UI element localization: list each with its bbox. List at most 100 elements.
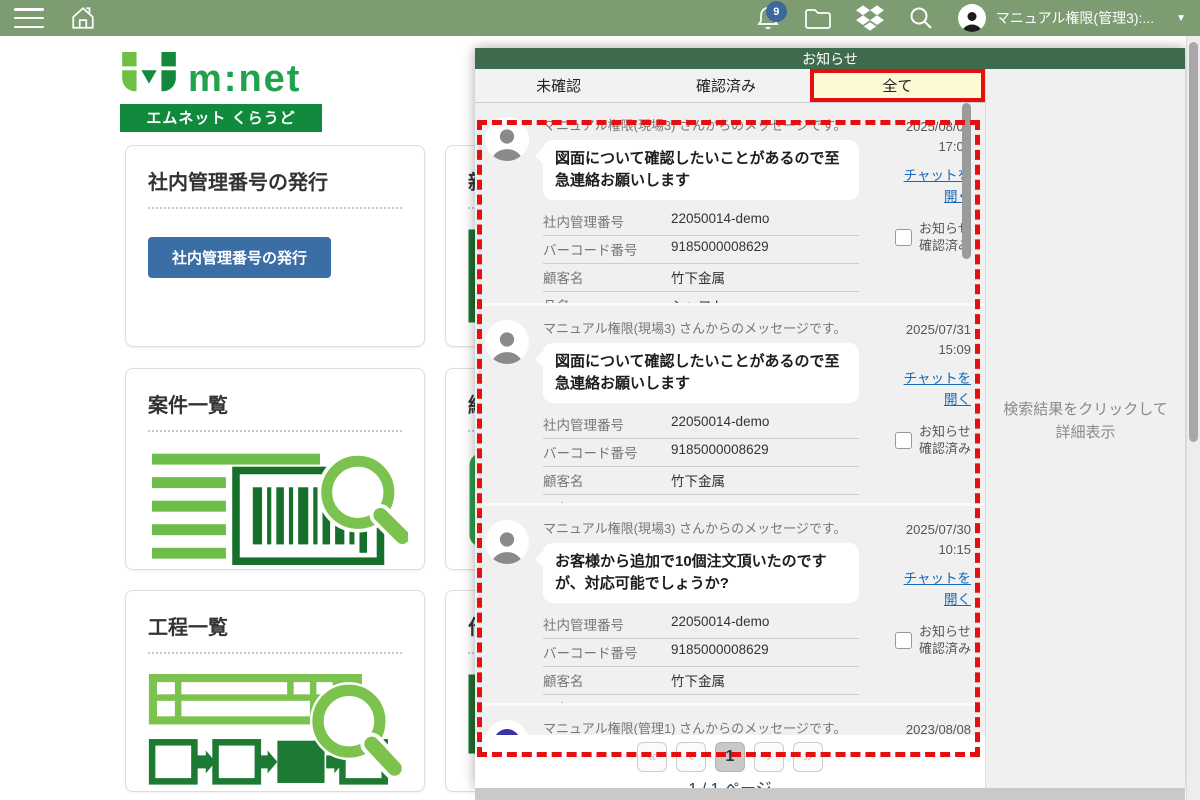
detail-value: シャフト: [671, 295, 725, 304]
detail-label: バーコード番号: [543, 642, 671, 662]
detail-row: 顧客名竹下金属: [543, 467, 859, 495]
detail-value: シャフト: [671, 498, 725, 504]
panel-bottom-strip: [475, 788, 1185, 800]
menu-icon[interactable]: [14, 8, 44, 28]
detail-label: 顧客名: [543, 470, 671, 490]
message-main: マニュアル権限(現場3) さんからのメッセージです。 図面について確認したいこと…: [543, 314, 859, 503]
window-scrollbar[interactable]: [1186, 36, 1200, 800]
sender-line: マニュアル権限(管理1) さんからのメッセージです。: [543, 718, 859, 735]
detail-value: 9185000008629: [671, 239, 769, 259]
notification-item[interactable]: マニュアル権限(現場3) さんからのメッセージです。 図面について確認したいこと…: [475, 303, 985, 503]
detail-row: バーコード番号9185000008629: [543, 236, 859, 264]
detail-row: バーコード番号9185000008629: [543, 639, 859, 667]
card-process-list[interactable]: 工程一覧: [125, 590, 425, 792]
home-icon[interactable]: [70, 5, 96, 31]
issue-control-number-button[interactable]: 社内管理番号の発行: [148, 237, 331, 278]
detail-hint-pane: 検索結果をクリックして 詳細表示: [985, 69, 1185, 788]
page-next-button[interactable]: ›: [754, 742, 784, 772]
user-avatar[interactable]: [958, 4, 986, 32]
process-flow-search-icon: [148, 674, 402, 800]
detail-value: 竹下金属: [671, 267, 725, 287]
message-date: 2023/08/08: [906, 720, 971, 735]
window-scrollbar-thumb[interactable]: [1189, 42, 1198, 442]
page-prev-button[interactable]: ‹: [676, 742, 706, 772]
notification-list: マニュアル権限(現場3) さんからのメッセージです。 図面について確認したいこと…: [475, 103, 985, 735]
tab-all[interactable]: 全て: [810, 69, 985, 102]
notification-item[interactable]: マニュアル権限(現場3) さんからのメッセージです。 図面について確認したいこと…: [475, 103, 985, 303]
list-scrollbar-thumb[interactable]: [962, 103, 971, 259]
divider: [148, 430, 402, 432]
checkbox-label: お知らせ確認済み: [919, 423, 971, 458]
open-chat-link[interactable]: チャットを開く: [893, 569, 971, 611]
logo-mark-icon: [120, 52, 178, 98]
search-icon[interactable]: [908, 5, 934, 31]
divider: [148, 652, 402, 654]
message-date: 2025/07/30: [906, 520, 971, 540]
message-meta: 2023/08/08: [867, 714, 971, 735]
page-number-button[interactable]: 1: [715, 742, 745, 772]
message-time: 10:15: [938, 540, 971, 560]
detail-value: シャフト: [671, 698, 725, 704]
notification-item[interactable]: マニュアル権限(現場3) さんからのメッセージです。 お客様から追加で10個注文…: [475, 503, 985, 703]
card-title: 案件一覧: [148, 389, 402, 418]
user-menu-caret-icon[interactable]: ▼: [1176, 13, 1186, 24]
dropbox-icon[interactable]: [856, 5, 884, 31]
barcode-search-icon: [148, 452, 402, 583]
brand-text: m:net: [188, 60, 301, 98]
detail-label: バーコード番号: [543, 239, 671, 259]
notice-confirmed-checkbox[interactable]: [895, 432, 912, 449]
message-meta: 2025/07/31 15:09 チャットを開く お知らせ確認済み: [867, 314, 971, 503]
checkbox-label: お知らせ確認済み: [919, 623, 971, 658]
open-chat-link[interactable]: チャットを開く: [893, 166, 971, 208]
sender-line: マニュアル権限(現場3) さんからのメッセージです。: [543, 518, 859, 537]
detail-label: 品名: [543, 698, 671, 704]
tab-unconfirmed[interactable]: 未確認: [475, 69, 642, 102]
detail-value: 9185000008629: [671, 642, 769, 662]
detail-label: 顧客名: [543, 267, 671, 287]
sender-avatar-icon: [485, 320, 529, 364]
detail-value: 22050014-demo: [671, 414, 769, 434]
message-main: マニュアル権限(現場3) さんからのメッセージです。 お客様から追加で10個注文…: [543, 514, 859, 703]
folder-icon[interactable]: [804, 6, 832, 30]
notification-tabs: 未確認 確認済み 全て: [475, 69, 985, 103]
open-chat-link[interactable]: チャットを開く: [893, 369, 971, 411]
panel-title: お知らせ: [475, 48, 1185, 69]
app-logo: m:net エムネット くらうど: [120, 52, 332, 132]
notice-confirmed-checkbox[interactable]: [895, 632, 912, 649]
hint-line: 検索結果をクリックして: [986, 399, 1185, 422]
detail-row: バーコード番号9185000008629: [543, 439, 859, 467]
card-project-list[interactable]: 案件一覧: [125, 368, 425, 570]
detail-row: 社内管理番号22050014-demo: [543, 411, 859, 439]
notice-confirmed-checkbox[interactable]: [895, 229, 912, 246]
card-title: 工程一覧: [148, 611, 402, 640]
detail-value: 竹下金属: [671, 470, 725, 490]
detail-row: 品名シャフト: [543, 292, 859, 304]
notifications-panel: お知らせ 未確認 確認済み 全て: [475, 48, 1185, 788]
detail-label: バーコード番号: [543, 442, 671, 462]
user-name-label[interactable]: マニュアル権限(管理3):...: [996, 8, 1154, 28]
pagination: « ‹ 1 › » 1 / 1 ページ: [475, 735, 985, 788]
message-meta: 2025/07/30 10:15 チャットを開く お知らせ確認済み: [867, 514, 971, 703]
sender-line: マニュアル権限(現場3) さんからのメッセージです。: [543, 115, 859, 134]
message-main: マニュアル権限(現場3) さんからのメッセージです。 図面について確認したいこと…: [543, 111, 859, 303]
divider: [148, 207, 402, 209]
message-bubble: 図面について確認したいことがあるので至急連絡お願いします: [543, 343, 859, 403]
message-bubble: 図面について確認したいことがあるので至急連絡お願いします: [543, 140, 859, 200]
detail-row: 社内管理番号22050014-demo: [543, 611, 859, 639]
page-first-button[interactable]: «: [637, 742, 667, 772]
detail-row: 顧客名竹下金属: [543, 264, 859, 292]
page-last-button[interactable]: »: [793, 742, 823, 772]
notifications-bell-icon[interactable]: 9: [756, 5, 780, 31]
detail-row: 社内管理番号22050014-demo: [543, 208, 859, 236]
topbar: 9 マニュアル権限(管理3):...: [0, 0, 1200, 36]
sender-line: マニュアル権限(現場3) さんからのメッセージです。: [543, 318, 859, 337]
detail-label: 顧客名: [543, 670, 671, 690]
confirm-row: お知らせ確認済み: [895, 623, 971, 658]
message-meta: 2025/08/04 17:03 チャットを開く お知らせ確認済み: [867, 111, 971, 303]
tab-confirmed[interactable]: 確認済み: [642, 69, 809, 102]
message-details: 社内管理番号22050014-demo バーコード番号9185000008629…: [543, 208, 859, 304]
detail-row: 品名シャフト: [543, 495, 859, 504]
notification-item[interactable]: マニュアル権限(管理1) さんからのメッセージです。 2023/08/08: [475, 703, 985, 735]
confirm-row: お知らせ確認済み: [895, 423, 971, 458]
notification-count-badge: 9: [766, 1, 787, 22]
